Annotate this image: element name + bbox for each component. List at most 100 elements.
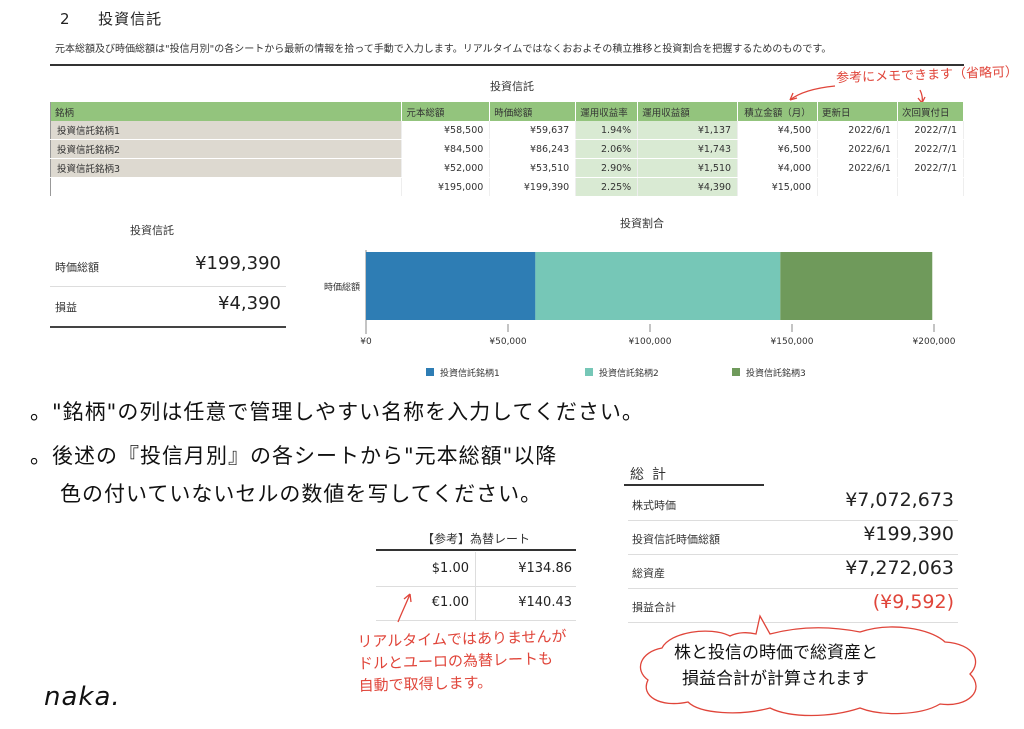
investment-ratio-chart: 時価総額 ¥0 ¥50,000 ¥100,000 ¥150,000 ¥200,000 投資信…: [324, 250, 956, 379]
fx-title: 【参考】為替レート: [421, 532, 530, 546]
fx-rate: ¥140.43: [518, 595, 572, 610]
bar-segment: [535, 252, 781, 320]
bubble-text: 株と投信の時価で総資産と 損益合計が計算されます: [674, 640, 878, 692]
summary-value: ¥4,390: [218, 293, 281, 314]
totals-value: ¥199,390: [863, 523, 954, 545]
table-cell[interactable]: ¥4,500: [737, 121, 819, 140]
fx-note: リアルタイムではありませんが ドルとユーロの為替レートも 自動で取得します。: [357, 625, 568, 696]
section-description: 元本総額及び時価総額は"投信月別"の各シートから最新の情報を拾って手動で入力しま…: [55, 44, 832, 55]
fx-rate: ¥134.86: [518, 561, 572, 576]
table-cell[interactable]: ¥53,510: [489, 158, 577, 178]
table-cell: ¥199,390: [489, 177, 577, 197]
table-cell: [817, 177, 898, 197]
legend-label: 投資信託銘柄3: [746, 367, 806, 379]
table-cell[interactable]: 投資信託銘柄1: [50, 121, 403, 140]
table-cell[interactable]: 投資信託銘柄2: [50, 139, 403, 159]
x-tick-label: ¥100,000: [629, 337, 672, 347]
fx-arrow: [397, 593, 412, 623]
table-cell: ¥1,137: [637, 121, 739, 140]
fx-currency: $1.00: [376, 552, 476, 586]
summary-label: 損益: [55, 301, 77, 314]
col-header: 時価総額: [489, 102, 577, 121]
col-header: 運用収益額: [637, 102, 739, 121]
section-number: 2: [60, 10, 71, 28]
col-header: 元本総額: [401, 102, 491, 121]
totals-row: 株式時価 ¥7,072,673: [628, 486, 958, 521]
table-cell: 2.06%: [575, 139, 639, 159]
table-total-row: ¥195,000 ¥199,390 2.25% ¥4,390 ¥15,000: [50, 177, 965, 197]
table-cell[interactable]: ¥59,637: [489, 121, 577, 140]
col-header: 更新日: [817, 102, 898, 121]
table-cell[interactable]: 2022/7/1: [897, 121, 965, 140]
col-header: 銘柄: [50, 102, 403, 121]
fx-note-line: 自動で取得します。: [358, 673, 493, 695]
bar-segment: [780, 252, 933, 320]
table-cell: ¥1,743: [637, 139, 739, 159]
bubble-line: 損益合計が計算されます: [682, 669, 869, 689]
table-header-row: 銘柄 元本総額 時価総額 運用収益率 運用収益額 積立金額（月） 更新日 次回買…: [50, 102, 965, 121]
table-cell[interactable]: 投資信託銘柄3: [50, 158, 403, 178]
chart-title: 投資割合: [620, 217, 664, 230]
table-row: 投資信託銘柄1 ¥58,500 ¥59,637 1.94% ¥1,137 ¥4,…: [50, 121, 965, 140]
table-cell[interactable]: ¥6,500: [737, 139, 819, 159]
table-cell[interactable]: ¥52,000: [401, 158, 491, 178]
x-tick-label: ¥150,000: [771, 337, 814, 347]
fx-row: $1.00 ¥134.86: [376, 552, 576, 587]
totals-value: ¥7,072,673: [845, 489, 954, 511]
table-cell: [50, 177, 403, 197]
investment-table: 銘柄 元本総額 時価総額 運用収益率 運用収益額 積立金額（月） 更新日 次回買…: [50, 102, 965, 197]
table-cell: 2.25%: [575, 177, 639, 197]
bar-segment: [366, 252, 536, 320]
table-cell[interactable]: ¥86,243: [489, 139, 577, 159]
legend-swatch: [585, 368, 593, 376]
table-cell: ¥195,000: [401, 177, 491, 197]
totals-row: 総資産 ¥7,272,063: [628, 554, 958, 589]
col-header: 次回買付日: [897, 102, 965, 121]
table-title: 投資信託: [490, 80, 534, 93]
table-cell[interactable]: 2022/7/1: [897, 139, 965, 159]
table-cell[interactable]: ¥4,000: [737, 158, 819, 178]
legend-label: 投資信託銘柄2: [599, 367, 659, 379]
y-tick-label: 時価総額: [324, 281, 360, 293]
totals-label: 投資信託時価総額: [632, 533, 720, 546]
table-cell[interactable]: 2022/6/1: [817, 139, 898, 159]
col-header: 積立金額（月）: [737, 102, 819, 121]
totals-value: (¥9,592): [872, 591, 954, 613]
table-cell: 2.90%: [575, 158, 639, 178]
legend-swatch: [732, 368, 740, 376]
table-cell[interactable]: 2022/7/1: [897, 158, 965, 178]
summary-title: 投資信託: [130, 224, 174, 237]
section-heading: 2 投資信託: [60, 8, 162, 29]
section-title: 投資信託: [98, 10, 163, 28]
fx-divider: [376, 549, 576, 551]
legend-swatch: [426, 368, 434, 376]
table-cell[interactable]: ¥58,500: [401, 121, 491, 140]
x-tick-label: ¥200,000: [913, 337, 956, 347]
table-cell[interactable]: 2022/6/1: [817, 121, 898, 140]
table-cell: ¥1,510: [637, 158, 739, 178]
x-tick-label: ¥0: [360, 337, 372, 347]
totals-label: 株式時価: [632, 499, 676, 512]
table-row: 投資信託銘柄2 ¥84,500 ¥86,243 2.06% ¥1,743 ¥6,…: [50, 139, 965, 159]
table-cell: [897, 177, 965, 197]
signature: naka.: [44, 682, 121, 712]
legend-label: 投資信託銘柄1: [440, 367, 500, 379]
totals-row: 投資信託時価総額 ¥199,390: [628, 520, 958, 555]
top-divider: [50, 64, 964, 66]
table-cell[interactable]: ¥84,500: [401, 139, 491, 159]
x-tick-label: ¥50,000: [489, 337, 526, 347]
totals-value: ¥7,272,063: [845, 557, 954, 579]
table-row: 投資信託銘柄3 ¥52,000 ¥53,510 2.90% ¥1,510 ¥4,…: [50, 158, 965, 178]
table-cell: ¥4,390: [637, 177, 739, 197]
col-header: 運用収益率: [575, 102, 639, 121]
totals-title: 総計: [630, 467, 674, 483]
table-cell: ¥15,000: [737, 177, 819, 197]
summary-value: ¥199,390: [195, 253, 281, 274]
instruction-line-1: 。"銘柄"の列は任意で管理しやすい名称を入力してください。: [30, 400, 644, 424]
bubble-line: 株と投信の時価で総資産と: [674, 643, 878, 663]
table-cell[interactable]: 2022/6/1: [817, 158, 898, 178]
instruction-line-3: 色の付いていないセルの数値を写してください。: [60, 482, 543, 506]
table-cell: 1.94%: [575, 121, 639, 140]
summary-row: 損益 ¥4,390: [50, 286, 286, 328]
summary-label: 時価総額: [55, 261, 99, 274]
